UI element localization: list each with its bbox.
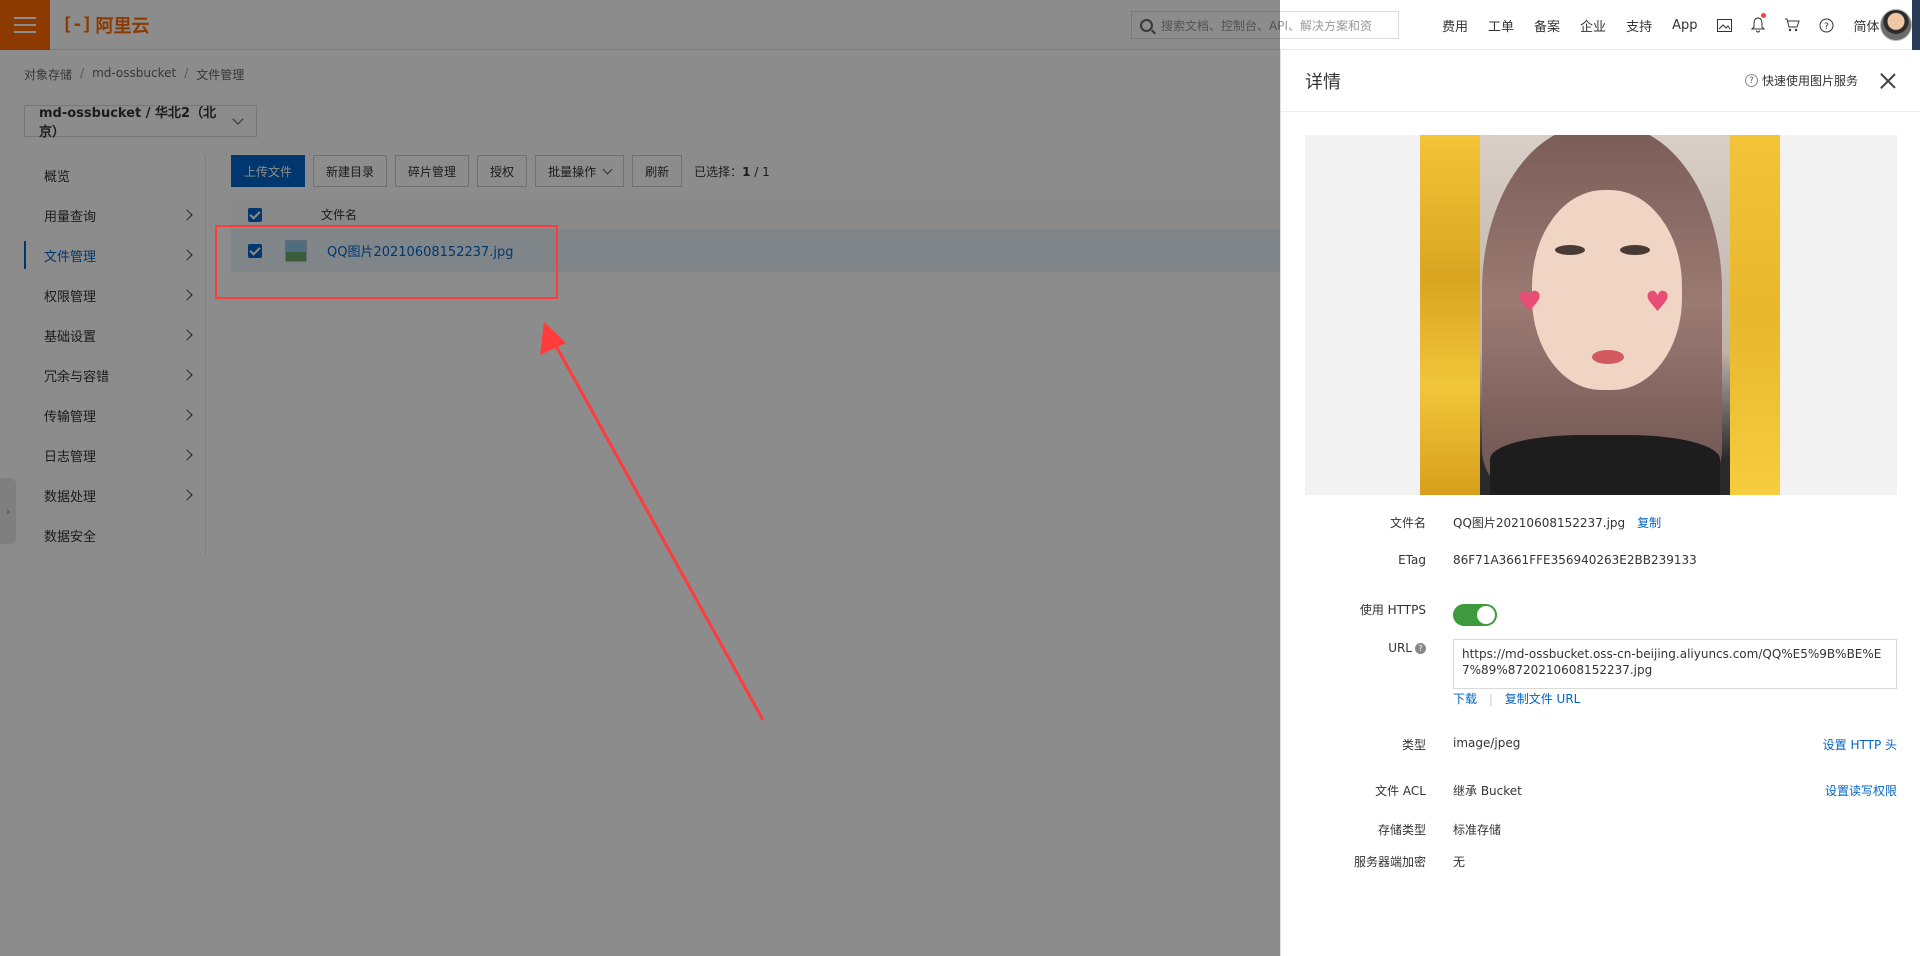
photo-lips	[1592, 350, 1624, 364]
set-http-header-link[interactable]: 设置 HTTP 头	[1823, 736, 1897, 753]
sticker-right	[1730, 135, 1780, 495]
heart-sticker: ♥	[1517, 285, 1543, 318]
detail-url-label: URL?	[1281, 641, 1426, 695]
notification-dot	[1761, 13, 1767, 18]
nav-billing[interactable]: 费用	[1432, 16, 1478, 35]
detail-label: 使用 HTTPS	[1359, 602, 1426, 617]
detail-label-spacer	[1281, 690, 1426, 707]
https-toggle-wrap	[1453, 604, 1497, 626]
detail-https: 使用 HTTPS	[1281, 592, 1920, 626]
detail-filename: 文件名 QQ图片20210608152237.jpg 复制	[1281, 514, 1920, 531]
photo-eye	[1620, 245, 1650, 255]
photo-eye	[1555, 245, 1585, 255]
info-icon[interactable]: ?	[1415, 643, 1426, 654]
detail-etag: ETag 86F71A3661FFE356940263E2BB239133	[1281, 553, 1920, 567]
detail-encryption-value: 无	[1453, 855, 1466, 869]
detail-storage-class: 存储类型 标准存储	[1281, 821, 1920, 838]
detail-label: URL	[1388, 641, 1412, 655]
divider: |	[1488, 692, 1493, 706]
help-link-label: 快速使用图片服务	[1761, 74, 1858, 88]
url-actions: 下载 | 复制文件 URL	[1281, 690, 1920, 707]
heart-sticker: ♥	[1645, 285, 1671, 318]
detail-encryption: 服务器端加密 无	[1281, 853, 1920, 870]
detail-acl: 文件 ACL 继承 Bucket 设置读写权限	[1281, 782, 1920, 799]
image-preview: ♥ ♥	[1305, 135, 1897, 495]
copy-url-link[interactable]: 复制文件 URL	[1505, 692, 1581, 706]
nav-support[interactable]: 支持	[1616, 16, 1662, 35]
detail-label: 服务器端加密	[1353, 855, 1426, 869]
sticker-left	[1420, 135, 1480, 495]
detail-storage-value: 标准存储	[1453, 823, 1502, 837]
detail-label: 文件名	[1389, 516, 1426, 530]
bell-icon[interactable]	[1741, 0, 1775, 50]
set-acl-link[interactable]: 设置读写权限	[1825, 782, 1897, 799]
detail-label: 类型	[1401, 738, 1426, 752]
close-icon[interactable]	[1880, 73, 1896, 89]
cart-icon[interactable]	[1775, 0, 1809, 50]
help-icon[interactable]: ?	[1809, 0, 1843, 50]
https-toggle[interactable]	[1453, 604, 1497, 626]
url-actions-row: 下载 | 复制文件 URL	[1453, 690, 1580, 707]
drawer-title: 详情	[1305, 71, 1341, 93]
detail-etag-value: 86F71A3661FFE356940263E2BB239133	[1453, 553, 1697, 567]
detail-acl-value: 继承 Bucket	[1453, 784, 1522, 798]
copy-filename-link[interactable]: 复制	[1637, 514, 1661, 531]
user-avatar[interactable]	[1880, 9, 1912, 41]
detail-label: ETag	[1398, 553, 1426, 567]
detail-type-value: image/jpeg	[1453, 736, 1521, 750]
annotation-arrow	[540, 322, 765, 721]
top-nav: 费用 工单 备案 企业 支持 App ? 简体	[1432, 0, 1890, 50]
console-icon[interactable]	[1707, 0, 1741, 50]
nav-enterprise[interactable]: 企业	[1570, 16, 1616, 35]
photo-shirt	[1490, 435, 1720, 495]
nav-icp[interactable]: 备案	[1524, 16, 1570, 35]
download-link[interactable]: 下载	[1453, 692, 1477, 706]
nav-app[interactable]: App	[1662, 18, 1707, 33]
url-textbox[interactable]: https://md-ossbucket.oss-cn-beijing.aliy…	[1453, 639, 1897, 689]
svg-text:?: ?	[1824, 22, 1829, 32]
detail-url: URL? https://md-ossbucket.oss-cn-beijing…	[1281, 639, 1920, 695]
image-service-help-link[interactable]: ? 快速使用图片服务	[1744, 72, 1858, 89]
drawer-header: 详情 ? 快速使用图片服务	[1281, 50, 1920, 112]
detail-type: 类型 image/jpeg 设置 HTTP 头	[1281, 736, 1920, 753]
detail-filename-value: QQ图片20210608152237.jpg	[1453, 516, 1626, 530]
preview-photo: ♥ ♥	[1420, 135, 1780, 495]
details-drawer: 详情 ? 快速使用图片服务 ♥ ♥ 文件名 QQ图片20210608152237…	[1280, 50, 1920, 956]
detail-label: 存储类型	[1377, 823, 1426, 837]
detail-label: 文件 ACL	[1375, 784, 1426, 798]
question-icon: ?	[1744, 74, 1758, 87]
nav-ticket[interactable]: 工单	[1478, 16, 1524, 35]
